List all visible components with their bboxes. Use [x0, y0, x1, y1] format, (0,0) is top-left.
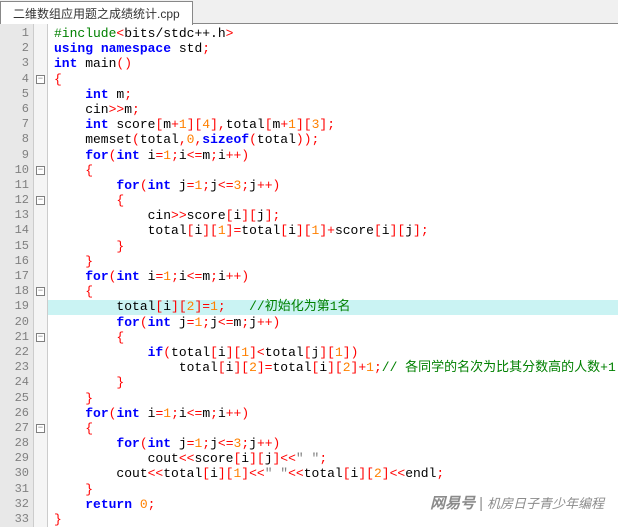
code-line[interactable]: cout<<score[i][j]<<" ";: [54, 451, 618, 466]
code-line[interactable]: }: [54, 512, 618, 527]
code-line[interactable]: int m;: [54, 87, 618, 102]
fold-toggle-icon[interactable]: −: [36, 166, 45, 175]
line-number: 32: [0, 497, 29, 512]
code-line[interactable]: for(int i=1;i<=m;i++): [54, 406, 618, 421]
watermark-sep: |: [479, 495, 483, 512]
line-number: 11: [0, 178, 29, 193]
code-line[interactable]: }: [54, 239, 618, 254]
line-number: 30: [0, 466, 29, 481]
line-number: 2: [0, 41, 29, 56]
tab-bar: 二维数组应用题之成绩统计.cpp: [0, 0, 618, 24]
watermark-source: 机房日子青少年编程: [487, 496, 604, 511]
line-number: 13: [0, 208, 29, 223]
line-number: 24: [0, 375, 29, 390]
line-number: 28: [0, 436, 29, 451]
code-line[interactable]: total[i][2]=1; //初始化为第1名: [54, 299, 618, 314]
code-line[interactable]: for(int i=1;i<=m;i++): [54, 269, 618, 284]
line-number: 5: [0, 87, 29, 102]
line-number: 14: [0, 223, 29, 238]
line-number: 27: [0, 421, 29, 436]
line-number: 10: [0, 163, 29, 178]
code-line[interactable]: {: [54, 284, 618, 299]
line-number: 31: [0, 482, 29, 497]
code-line[interactable]: }: [54, 254, 618, 269]
code-line[interactable]: {: [54, 72, 618, 87]
code-line[interactable]: {: [54, 193, 618, 208]
code-line[interactable]: cin>>score[i][j];: [54, 208, 618, 223]
line-number: 15: [0, 239, 29, 254]
line-number: 20: [0, 315, 29, 330]
watermark: 网易号| 机房日子青少年编程: [430, 492, 604, 513]
code-line[interactable]: cin>>m;: [54, 102, 618, 117]
line-number: 16: [0, 254, 29, 269]
code-line[interactable]: cout<<total[i][1]<<" "<<total[i][2]<<end…: [54, 466, 618, 481]
code-line[interactable]: int main(): [54, 56, 618, 71]
code-area[interactable]: #include<bits/stdc++.h>using namespace s…: [48, 24, 618, 527]
code-line[interactable]: for(int i=1;i<=m;i++): [54, 148, 618, 163]
code-line[interactable]: {: [54, 421, 618, 436]
line-number: 3: [0, 56, 29, 71]
line-number: 7: [0, 117, 29, 132]
code-line[interactable]: for(int j=1;j<=3;j++): [54, 178, 618, 193]
line-number: 18: [0, 284, 29, 299]
code-line[interactable]: for(int j=1;j<=m;j++): [54, 315, 618, 330]
line-number: 21: [0, 330, 29, 345]
fold-toggle-icon[interactable]: −: [36, 196, 45, 205]
line-number: 1: [0, 26, 29, 41]
watermark-brand: 网易号: [430, 495, 475, 512]
code-line[interactable]: }: [54, 375, 618, 390]
code-line[interactable]: int score[m+1][4],total[m+1][3];: [54, 117, 618, 132]
line-number: 6: [0, 102, 29, 117]
code-line[interactable]: total[i][2]=total[i][2]+1;// 各同学的名次为比其分数…: [54, 360, 618, 375]
line-number: 33: [0, 512, 29, 527]
editor: 1234567891011121314151617181920212223242…: [0, 24, 618, 527]
code-line[interactable]: if(total[i][1]<total[j][1]): [54, 345, 618, 360]
fold-toggle-icon[interactable]: −: [36, 424, 45, 433]
line-number: 29: [0, 451, 29, 466]
line-number: 26: [0, 406, 29, 421]
line-number: 25: [0, 391, 29, 406]
line-number-gutter: 1234567891011121314151617181920212223242…: [0, 24, 34, 527]
code-line[interactable]: }: [54, 391, 618, 406]
fold-toggle-icon[interactable]: −: [36, 75, 45, 84]
code-line[interactable]: #include<bits/stdc++.h>: [54, 26, 618, 41]
file-tab[interactable]: 二维数组应用题之成绩统计.cpp: [0, 1, 193, 25]
code-line[interactable]: using namespace std;: [54, 41, 618, 56]
line-number: 22: [0, 345, 29, 360]
line-number: 4: [0, 72, 29, 87]
code-line[interactable]: {: [54, 163, 618, 178]
line-number: 17: [0, 269, 29, 284]
fold-column: − − − − − −: [34, 24, 48, 527]
code-line[interactable]: {: [54, 330, 618, 345]
line-number: 12: [0, 193, 29, 208]
line-number: 9: [0, 148, 29, 163]
line-number: 8: [0, 132, 29, 147]
line-number: 19: [0, 299, 29, 314]
code-line[interactable]: memset(total,0,sizeof(total));: [54, 132, 618, 147]
code-line[interactable]: for(int j=1;j<=3;j++): [54, 436, 618, 451]
fold-toggle-icon[interactable]: −: [36, 287, 45, 296]
code-line[interactable]: total[i][1]=total[i][1]+score[i][j];: [54, 223, 618, 238]
fold-toggle-icon[interactable]: −: [36, 333, 45, 342]
line-number: 23: [0, 360, 29, 375]
